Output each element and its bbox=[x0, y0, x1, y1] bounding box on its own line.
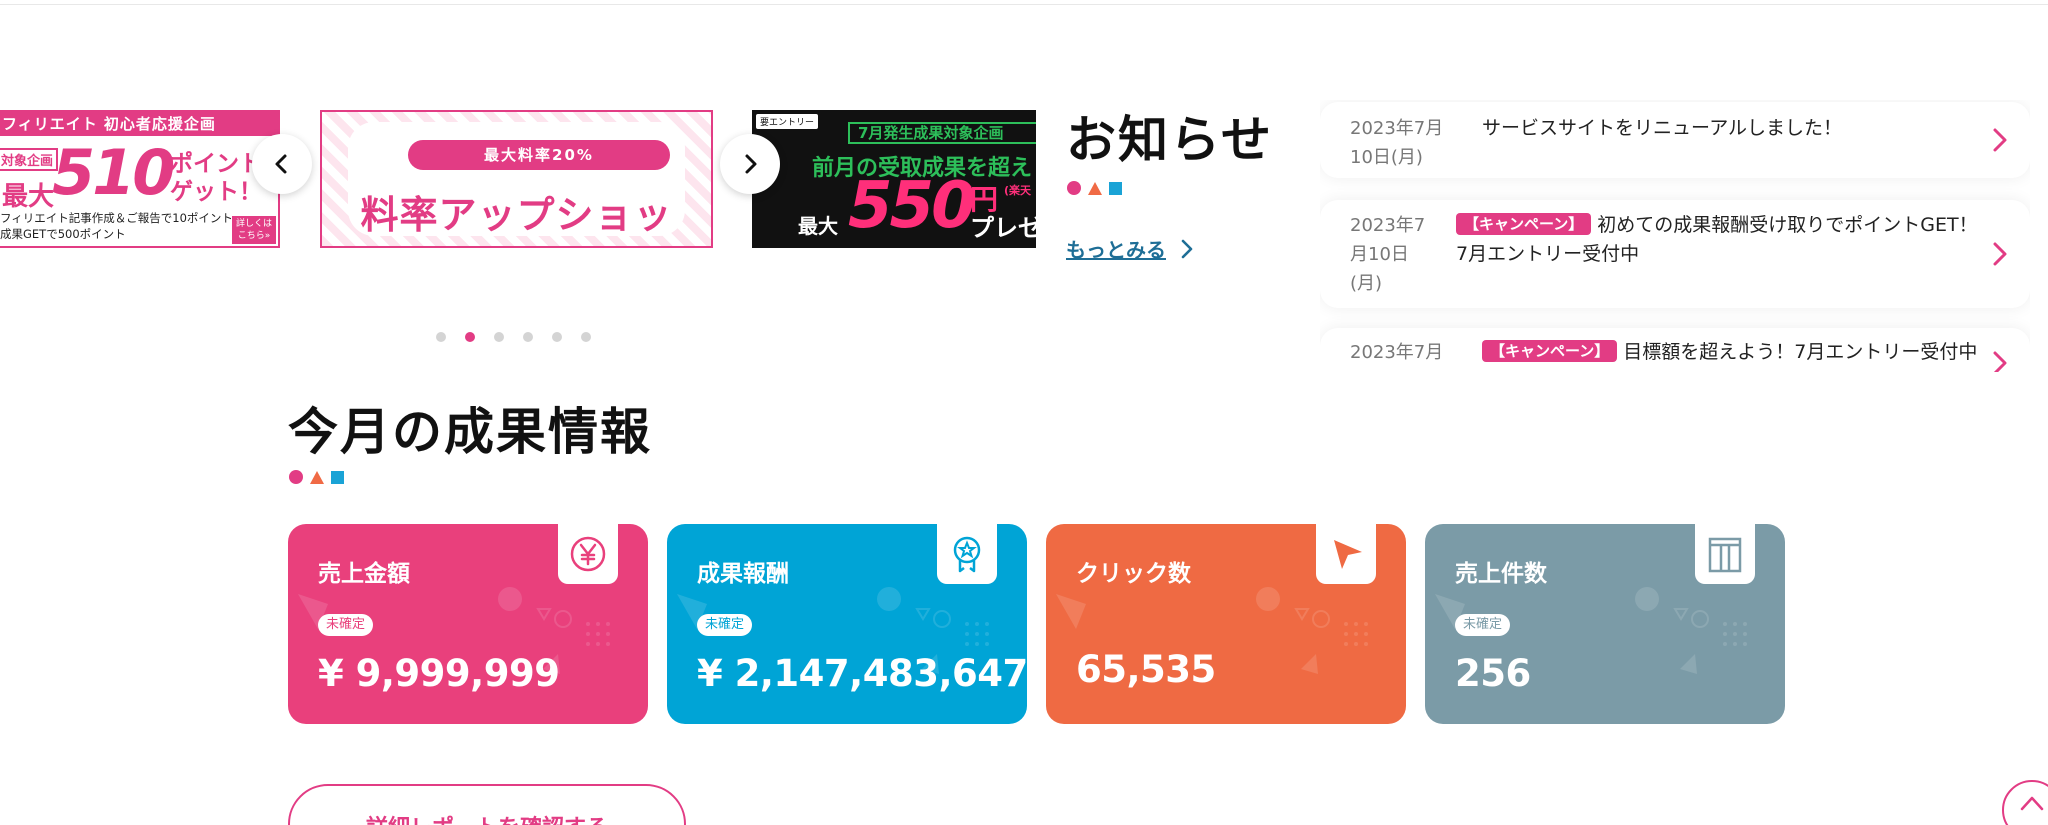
banner-footnote: フィリエイト記事作成＆ご報告で10ポイント 成果GETで500ポイント bbox=[0, 210, 233, 242]
carousel-dot[interactable] bbox=[494, 332, 504, 342]
news-more-link[interactable]: もっとみる bbox=[1066, 234, 1194, 263]
news-text-line2: 7月エントリー受付中 bbox=[1456, 243, 1640, 265]
banner-present-label: プレゼ bbox=[970, 214, 1036, 242]
banner-july-campaign[interactable]: 要エントリー 7月発生成果対象企画 前月の受取成果を超え 最大 550 円 (楽… bbox=[752, 110, 1036, 248]
square-shape-icon bbox=[331, 470, 344, 484]
carousel-dot[interactable] bbox=[581, 332, 591, 342]
news-heading: お知らせ bbox=[1066, 111, 1273, 169]
banner-points-number: 510 bbox=[52, 136, 175, 209]
card-icon-tab bbox=[1316, 524, 1376, 584]
banner-foot-line: 成果GETで500ポイント bbox=[0, 227, 126, 241]
banner-detail-link[interactable]: 詳しくはこちら» bbox=[232, 216, 276, 244]
status-badge: 未確定 bbox=[1455, 614, 1511, 636]
carousel-dot[interactable] bbox=[552, 332, 562, 342]
campaign-tag: 【キャンペーン】 bbox=[1482, 340, 1618, 362]
banner-rate-up-shop[interactable]: 最大料率20% 料率アップショップ bbox=[320, 110, 713, 248]
chevron-up-icon bbox=[2020, 796, 2044, 811]
top-divider bbox=[0, 0, 2048, 5]
triangle-shape-icon bbox=[1088, 181, 1102, 195]
heading-shapes-decoration bbox=[1067, 181, 1122, 195]
banner-yen-number: 550 bbox=[848, 169, 976, 243]
chevron-right-icon bbox=[1993, 242, 2007, 266]
banner-carousel: フィリエイト 初心者応援企画 対象企画 最大 510 ポイント ゲット！ フィリ… bbox=[0, 110, 1036, 250]
news-text-block: 【キャンペーン】 目標額を超えよう！7月エントリー受付中 bbox=[1482, 338, 1977, 367]
banner-header: フィリエイト 初心者応援企画 bbox=[0, 112, 278, 136]
banner-inner: 最大料率20% 料率アップショップ bbox=[348, 122, 685, 237]
news-item[interactable]: 2023年7 月10日 (月) 【キャンペーン】 初めての成果報酬受け取りでポイン… bbox=[1320, 200, 2030, 308]
chevron-left-icon bbox=[275, 154, 287, 174]
carousel-dot[interactable] bbox=[523, 332, 533, 342]
banner-unit-line: ゲット！ bbox=[170, 179, 262, 205]
news-date-line: 2023年7月 bbox=[1350, 342, 1444, 363]
news-text-block: 【キャンペーン】 初めての成果報酬受け取りでポイントGET！ 7月エントリー受付中 bbox=[1456, 211, 1978, 269]
news-date-line: (月) bbox=[1350, 273, 1383, 294]
card-title: 成果報酬 bbox=[697, 561, 789, 587]
campaign-tag: 【キャンペーン】 bbox=[1456, 213, 1592, 235]
banner-rakuten-note: (楽天 bbox=[1004, 184, 1032, 197]
yen-icon bbox=[570, 536, 606, 572]
circle-shape-icon bbox=[289, 470, 303, 484]
card-value: 256 bbox=[1455, 652, 1531, 695]
card-value: 65,535 bbox=[1076, 648, 1216, 691]
banner-affiliate-beginner[interactable]: フィリエイト 初心者応援企画 対象企画 最大 510 ポイント ゲット！ フィリ… bbox=[0, 110, 280, 248]
news-item[interactable]: 2023年7月 10日(月) サービスサイトをリニューアルしました！ bbox=[1320, 102, 2030, 178]
banner-tag: 対象企画 bbox=[0, 148, 59, 171]
news-date-line: 2023年7月 bbox=[1350, 118, 1444, 139]
carousel-dot[interactable] bbox=[436, 332, 446, 342]
sales-amount-card[interactable]: 売上金額 未確定 ¥ 9,999,999 bbox=[288, 524, 648, 724]
card-value: ¥ 2,147,483,647 bbox=[697, 652, 1027, 695]
carousel-dot[interactable] bbox=[465, 332, 475, 342]
detail-report-button[interactable]: 詳細レポートを確認する bbox=[288, 784, 686, 825]
commission-card[interactable]: 成果報酬 未確定 ¥ 2,147,483,647 bbox=[667, 524, 1027, 724]
carousel-next-button[interactable] bbox=[720, 134, 780, 194]
carousel-prev-button[interactable] bbox=[252, 134, 312, 194]
chevron-right-icon bbox=[1181, 239, 1193, 258]
cursor-arrow-icon bbox=[1334, 540, 1362, 569]
banner-foot-line: フィリエイト記事作成＆ご報告で10ポイント bbox=[0, 211, 233, 225]
news-text: 目標額を超えよう！7月エントリー受付中 bbox=[1623, 341, 1978, 363]
card-value: ¥ 9,999,999 bbox=[318, 652, 560, 695]
more-link-label: もっとみる bbox=[1066, 238, 1166, 262]
square-shape-icon bbox=[1109, 181, 1122, 195]
results-heading: 今月の成果情報 bbox=[288, 403, 652, 461]
heading-shapes-decoration bbox=[289, 470, 344, 484]
news-date-line: 月10日 bbox=[1350, 244, 1409, 265]
news-date-line: 2023年7 bbox=[1350, 215, 1426, 236]
card-title: 売上件数 bbox=[1455, 561, 1547, 587]
card-title: 売上金額 bbox=[318, 561, 410, 587]
chevron-right-icon bbox=[1993, 351, 2007, 372]
banner-max-label: 最大 bbox=[798, 214, 838, 238]
banner-entry-tag: 要エントリー bbox=[756, 114, 819, 129]
circle-shape-icon bbox=[1067, 181, 1081, 195]
news-list: 2023年7月 10日(月) サービスサイトをリニューアルしました！ 2023年… bbox=[1320, 100, 2030, 372]
sales-count-card[interactable]: 売上件数 未確定 256 bbox=[1425, 524, 1785, 724]
triangle-shape-icon bbox=[310, 470, 324, 484]
page-top-button[interactable] bbox=[2002, 780, 2048, 825]
banner-max-label: 最大 bbox=[2, 182, 55, 212]
card-icon-tab bbox=[558, 524, 618, 584]
click-count-card[interactable]: クリック数 65,535 bbox=[1046, 524, 1406, 724]
card-icon-tab bbox=[937, 524, 997, 584]
carousel-pagination bbox=[436, 332, 591, 342]
status-badge: 未確定 bbox=[697, 614, 753, 636]
award-badge-icon bbox=[953, 536, 981, 573]
status-badge: 未確定 bbox=[318, 614, 374, 636]
news-date: 2023年7月 10日(月) bbox=[1350, 114, 1443, 172]
chevron-right-icon bbox=[1993, 128, 2007, 152]
box-icon bbox=[1708, 537, 1742, 573]
news-date-line: 10日(月) bbox=[1350, 147, 1423, 168]
news-date: 2023年7 月10日 (月) bbox=[1350, 211, 1425, 298]
card-title: クリック数 bbox=[1076, 561, 1191, 587]
news-text: 初めての成果報酬受け取りでポイントGET！ bbox=[1597, 214, 1978, 236]
chevron-right-icon bbox=[745, 154, 757, 174]
card-icon-tab bbox=[1695, 524, 1755, 584]
news-date: 2023年7月 bbox=[1350, 338, 1443, 367]
news-item[interactable]: 2023年7月 【キャンペーン】 目標額を超えよう！7月エントリー受付中 bbox=[1320, 328, 2030, 372]
banner-title: 料率アップショップ bbox=[360, 193, 673, 237]
news-text: サービスサイトをリニューアルしました！ bbox=[1482, 117, 1843, 139]
banner-box-label: 7月発生成果対象企画 bbox=[848, 122, 1036, 144]
banner-pill: 最大料率20% bbox=[408, 140, 670, 170]
